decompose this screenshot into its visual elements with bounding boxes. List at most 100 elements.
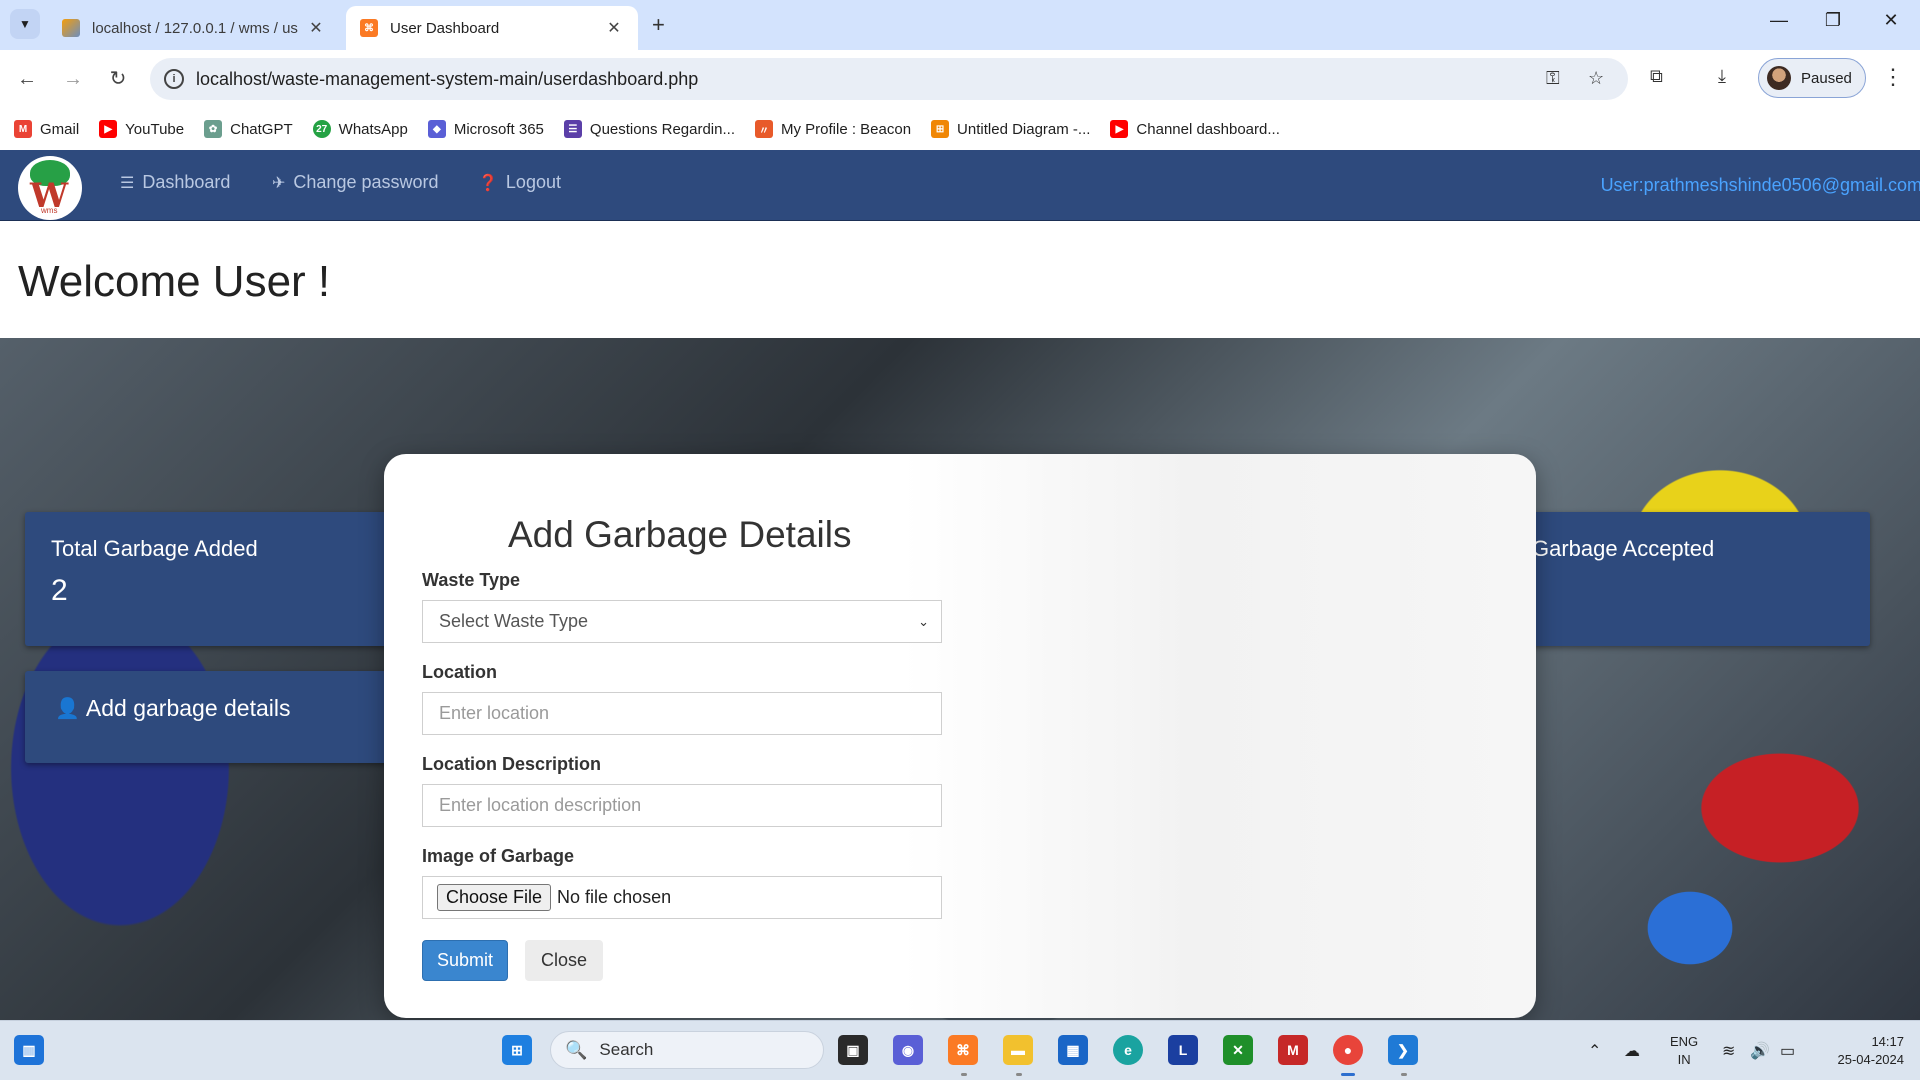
download-icon[interactable]: ⤓ [1718, 66, 1726, 87]
phpmyadmin-icon [62, 19, 80, 37]
profile-status: Paused [1801, 69, 1852, 87]
active-indicator [1341, 1073, 1355, 1076]
reload-icon[interactable]: ↻ [103, 64, 133, 94]
page-title: Welcome User ! [18, 257, 331, 306]
clock[interactable]: 14:17 25-04-2024 [1820, 1033, 1905, 1069]
location-description-input[interactable]: Enter location description [422, 784, 942, 827]
choose-file-button[interactable]: Choose File [437, 884, 552, 911]
image-file-input[interactable]: Choose File No file chosen [422, 876, 942, 919]
location-description-label: Location Description [422, 754, 602, 774]
xbox-icon[interactable]: ✕ [1223, 1035, 1253, 1065]
whatsapp-icon: 27 [312, 120, 331, 138]
close-tab-icon[interactable]: ✕ [306, 18, 326, 38]
gmail-icon: M [14, 120, 32, 138]
add-garbage-card[interactable]: 👤 Add garbage details [25, 671, 397, 763]
chrome-icon[interactable]: ● [1333, 1035, 1363, 1065]
bookmark-beacon[interactable]: 〃 My Profile : Beacon [754, 120, 911, 138]
close-button[interactable]: Close [525, 940, 603, 981]
nav-logout[interactable]: ❓ Logout [478, 172, 561, 193]
drawio-icon: ⊞ [931, 120, 950, 138]
wifi-icon[interactable]: ≋ [1722, 1041, 1735, 1061]
location-label: Location [422, 662, 497, 682]
bookmark-questions[interactable]: ☰ Questions Regardin... [563, 120, 735, 138]
nav-change-password[interactable]: ✈ Change password [272, 172, 439, 193]
submit-button[interactable]: Submit [422, 940, 508, 981]
bookmark-gmail[interactable]: M Gmail [14, 120, 79, 138]
tab-phpmyadmin[interactable]: localhost / 127.0.0.1 / wms / us ✕ [48, 6, 340, 50]
tab-user-dashboard[interactable]: ⌘ User Dashboard ✕ [346, 6, 638, 50]
user-email-link[interactable]: User:prathmeshshinde0506@gmail.com [1601, 175, 1920, 196]
bookmark-label: Questions Regardin... [589, 120, 735, 138]
input-placeholder: Enter location description [439, 795, 642, 815]
lenovo-icon[interactable]: L [1168, 1035, 1198, 1065]
location-input[interactable]: Enter location [422, 692, 942, 735]
bookmark-star-icon[interactable]: ☆ [1588, 68, 1604, 89]
microsoft-store-icon[interactable]: ▦ [1058, 1035, 1088, 1065]
bookmark-label: Microsoft 365 [453, 120, 544, 138]
chevron-down-icon: ⌄ [918, 614, 929, 629]
address-bar[interactable]: i localhost/waste-management-system-main… [150, 58, 1628, 100]
chevron-up-icon[interactable]: ⌃ [1588, 1041, 1601, 1061]
new-tab-button[interactable]: + [652, 12, 665, 38]
bookmark-label: YouTube [125, 120, 185, 138]
close-window-icon[interactable]: ✕ [1876, 10, 1906, 31]
battery-icon[interactable]: ▭ [1780, 1041, 1795, 1061]
waste-type-select[interactable]: Select Waste Type ⌄ [422, 600, 942, 643]
site-info-icon[interactable]: i [164, 69, 184, 89]
minimize-icon[interactable]: — [1764, 10, 1794, 31]
widgets-icon[interactable]: ▥ [14, 1035, 44, 1065]
extensions-icon[interactable]: ⧉ [1650, 66, 1663, 87]
bookmark-channel-dashboard[interactable]: ▶ Channel dashboard... [1110, 120, 1280, 138]
card-label-text: Add garbage details [85, 695, 291, 721]
tab-title: User Dashboard [390, 19, 500, 37]
close-tab-icon[interactable]: ✕ [604, 18, 624, 38]
restore-icon[interactable]: ❐ [1818, 10, 1848, 31]
nav-dashboard[interactable]: ☰ Dashboard [120, 172, 230, 193]
onedrive-cloud-icon[interactable]: ☁ [1624, 1041, 1640, 1061]
taskbar-search[interactable]: 🔍 Search [550, 1031, 824, 1069]
mcafee-icon[interactable]: M [1278, 1035, 1308, 1065]
bookmark-chatgpt[interactable]: ✿ ChatGPT [204, 120, 293, 138]
tab-search-button[interactable]: ▼ [10, 9, 40, 39]
microsoft365-icon: ◆ [427, 120, 446, 138]
xampp-icon[interactable]: ⌘ [948, 1035, 978, 1065]
avatar [1767, 66, 1791, 90]
teams-chat-icon[interactable]: ◉ [893, 1035, 923, 1065]
volume-icon[interactable]: 🔊 [1750, 1041, 1770, 1061]
url-text[interactable]: localhost/waste-management-system-main/u… [196, 69, 698, 90]
edge-icon[interactable]: e [1113, 1035, 1143, 1065]
bookmark-drawio[interactable]: ⊞ Untitled Diagram -... [931, 120, 1090, 138]
forward-icon[interactable]: → [58, 64, 88, 94]
bookmark-microsoft365[interactable]: ◆ Microsoft 365 [427, 120, 544, 138]
youtube-studio-icon: ▶ [1110, 120, 1129, 138]
password-key-icon[interactable]: ⚿ [1546, 68, 1560, 89]
bookmarks-bar: M Gmail ▶ YouTube ✿ ChatGPT 27 WhatsApp ◆ Mic… [0, 108, 1920, 150]
bookmark-label: ChatGPT [230, 120, 293, 138]
site-navbar: W wms ☰ Dashboard ✈ Change password ❓ Lo… [0, 150, 1920, 221]
bookmark-whatsapp[interactable]: 27 WhatsApp [312, 120, 408, 138]
user-icon: 👤 [55, 698, 80, 720]
running-indicator [1401, 1073, 1407, 1076]
beacon-icon: 〃 [754, 120, 773, 138]
browser-tab-strip: ▼ localhost / 127.0.0.1 / wms / us ✕ ⌘ U… [0, 0, 1920, 50]
back-icon[interactable]: ← [12, 64, 42, 94]
youtube-icon: ▶ [99, 120, 118, 138]
windows-start-icon[interactable]: ⊞ [502, 1035, 532, 1065]
wms-logo[interactable]: W wms [18, 156, 82, 220]
profile-button[interactable]: Paused [1758, 58, 1866, 98]
paper-plane-icon: ✈ [272, 174, 286, 192]
card-label: Garbage Accepted [1532, 536, 1715, 561]
task-view-icon[interactable]: ▣ [838, 1035, 868, 1065]
image-label: Image of Garbage [422, 846, 575, 866]
more-menu-icon[interactable]: ⋮ [1882, 64, 1904, 90]
file-status: No file chosen [557, 887, 672, 907]
select-value: Select Waste Type [439, 611, 589, 631]
vscode-icon[interactable]: ❯ [1388, 1035, 1418, 1065]
region-code: IN [1677, 1052, 1691, 1067]
card-label: Total Garbage Added [51, 536, 258, 561]
web-page: W wms ☰ Dashboard ✈ Change password ❓ Lo… [0, 150, 1920, 1020]
bookmark-youtube[interactable]: ▶ YouTube [99, 120, 184, 138]
browser-toolbar: ← → ↻ i localhost/waste-management-syste… [0, 50, 1920, 108]
language-indicator[interactable]: ENG IN [1670, 1033, 1698, 1069]
file-explorer-icon[interactable]: ▬ [1003, 1035, 1033, 1065]
